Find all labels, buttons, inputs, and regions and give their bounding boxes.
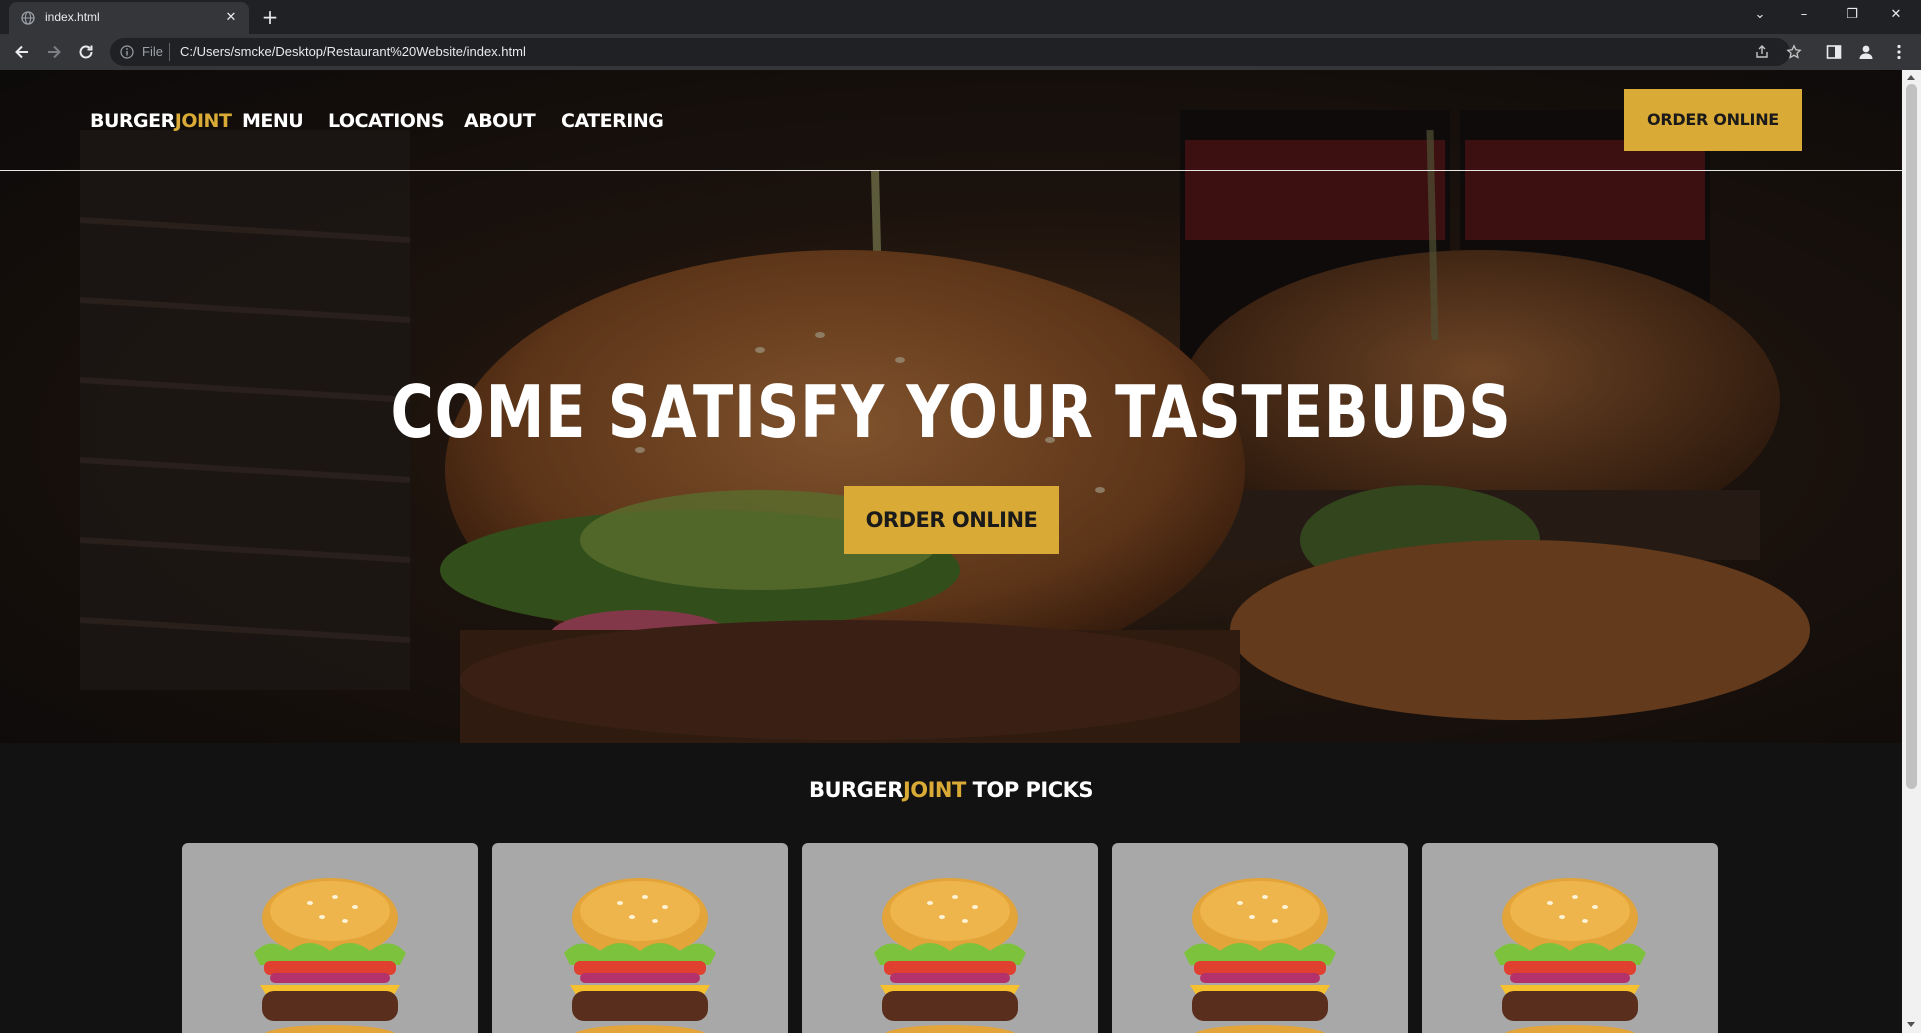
burger-icon xyxy=(254,878,406,1033)
url-scheme-label: File xyxy=(142,44,163,59)
hero-order-online-button[interactable]: ORDER ONLINE xyxy=(844,486,1059,554)
top-pick-card[interactable] xyxy=(1422,843,1718,1033)
burger-icon xyxy=(1184,878,1336,1033)
nav-link-locations[interactable]: LOCATIONS xyxy=(328,110,445,132)
burger-icon xyxy=(874,878,1026,1033)
forward-arrow-icon[interactable] xyxy=(43,41,65,63)
side-panel-icon[interactable] xyxy=(1825,43,1843,61)
brand-logo[interactable]: BURGERJOINT xyxy=(90,110,232,132)
nav-order-online-button[interactable]: ORDER ONLINE xyxy=(1624,89,1802,151)
address-bar[interactable]: File C:/Users/smcke/Desktop/Restaurant%2… xyxy=(110,38,1802,66)
url-text[interactable]: C:/Users/smcke/Desktop/Restaurant%20Webs… xyxy=(180,44,526,59)
site-navbar: BURGERJOINT MENU LOCATIONS ABOUT CATERIN… xyxy=(0,70,1902,171)
top-picks-title-suffix: TOP PICKS xyxy=(965,778,1094,802)
reload-icon[interactable] xyxy=(75,41,97,63)
minimize-icon[interactable]: – xyxy=(1784,2,1824,28)
scroll-up-icon[interactable] xyxy=(1907,75,1915,80)
new-tab-icon[interactable]: + xyxy=(258,6,282,30)
nav-link-catering[interactable]: CATERING xyxy=(561,110,664,132)
scrollbar-thumb[interactable] xyxy=(1906,84,1917,789)
top-picks-title: BURGERJOINT TOP PICKS xyxy=(0,778,1902,802)
tab-title: index.html xyxy=(45,10,100,24)
top-pick-card[interactable] xyxy=(492,843,788,1033)
url-separator xyxy=(169,43,170,61)
browser-toolbar: File C:/Users/smcke/Desktop/Restaurant%2… xyxy=(0,34,1921,70)
nav-link-menu[interactable]: MENU xyxy=(242,110,304,132)
hero-section: BURGERJOINT MENU LOCATIONS ABOUT CATERIN… xyxy=(0,70,1902,743)
top-pick-card[interactable] xyxy=(182,843,478,1033)
burger-icon xyxy=(564,878,716,1033)
top-pick-card[interactable] xyxy=(1112,843,1408,1033)
top-picks-title-primary: BURGER xyxy=(808,778,903,802)
restore-icon[interactable]: ❐ xyxy=(1832,2,1872,28)
close-tab-icon[interactable]: ✕ xyxy=(223,10,239,26)
brand-primary-text: BURGER xyxy=(90,110,175,132)
browser-tab[interactable]: index.html ✕ xyxy=(9,2,249,34)
page-viewport: BURGERJOINT MENU LOCATIONS ABOUT CATERIN… xyxy=(0,70,1902,1033)
bookmark-star-icon[interactable] xyxy=(1786,44,1802,60)
scroll-down-icon[interactable] xyxy=(1907,1022,1915,1027)
top-picks-title-accent: JOINT xyxy=(902,778,966,802)
info-icon[interactable] xyxy=(120,45,134,59)
close-window-icon[interactable]: ✕ xyxy=(1876,2,1916,28)
globe-icon xyxy=(21,11,35,25)
back-arrow-icon[interactable] xyxy=(11,41,33,63)
page-scrollbar[interactable] xyxy=(1902,70,1921,1033)
tab-search-icon[interactable]: ⌄ xyxy=(1740,2,1780,28)
more-menu-icon[interactable] xyxy=(1890,43,1908,61)
profile-icon[interactable] xyxy=(1857,43,1875,61)
burger-icon xyxy=(1494,878,1646,1033)
share-icon[interactable] xyxy=(1754,44,1770,60)
browser-tab-strip: index.html ✕ + ⌄ – ❐ ✕ xyxy=(0,0,1921,34)
nav-link-about[interactable]: ABOUT xyxy=(464,110,536,132)
top-pick-card[interactable] xyxy=(802,843,1098,1033)
brand-accent-text: JOINT xyxy=(174,110,232,132)
hero-heading: COME SATISFY YOUR TASTEBUDS xyxy=(390,370,1512,454)
